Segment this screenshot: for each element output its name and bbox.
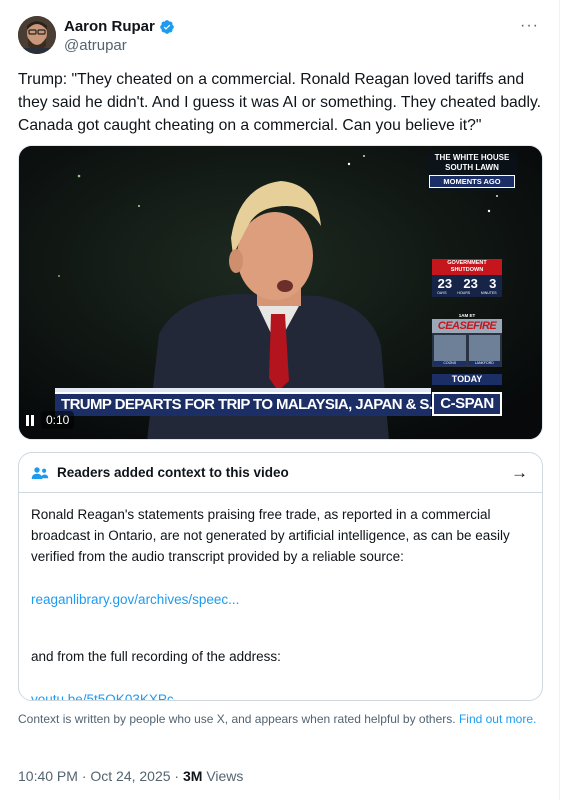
note-disclaimer: Context is written by people who use X, … bbox=[18, 711, 538, 727]
more-options-icon[interactable]: ··· bbox=[520, 18, 539, 34]
shutdown-unit-minutes: MINUTES bbox=[480, 291, 497, 295]
tweet-text: Trump: "They cheated on a commercial. Ro… bbox=[18, 71, 542, 134]
guest-name: LANKFORD bbox=[468, 361, 500, 365]
video-timestamp: 0:10 bbox=[41, 411, 75, 429]
note-paragraph: and from the full recording of the addre… bbox=[31, 649, 281, 664]
shutdown-unit-hours: HOURS bbox=[457, 291, 471, 295]
shutdown-numbers: 23 23 3 bbox=[432, 275, 502, 291]
tweet-meta: 10:40 PM · Oct 24, 2025 · 3M Views bbox=[18, 768, 243, 784]
shutdown-label: GOVERNMENT SHUTDOWN bbox=[432, 259, 502, 275]
tweet-timestamp[interactable]: 10:40 PM · Oct 24, 2025 · bbox=[18, 768, 183, 784]
view-count: 3M bbox=[182, 768, 203, 784]
location-line1: THE WHITE HOUSE bbox=[434, 153, 510, 162]
author-handle[interactable]: @atrupar bbox=[64, 37, 127, 55]
community-note-body: Ronald Reagan's statements praising free… bbox=[19, 493, 542, 700]
note-paragraph: Ronald Reagan's statements praising free… bbox=[31, 507, 510, 564]
community-note: Readers added context to this video → Ro… bbox=[18, 452, 543, 701]
shutdown-counter: GOVERNMENT SHUTDOWN 23 23 3 DAYS HOURS M… bbox=[432, 259, 502, 297]
disclaimer-text: Context is written by people who use X, … bbox=[18, 712, 456, 726]
video-player[interactable]: THE WHITE HOUSE SOUTH LAWN MOMENTS AGO G… bbox=[18, 145, 543, 440]
community-note-title: Readers added context to this video bbox=[57, 465, 289, 480]
community-note-header[interactable]: Readers added context to this video → bbox=[19, 453, 542, 493]
moments-ago-label: MOMENTS AGO bbox=[429, 175, 515, 188]
ceasefire-promo: 1AM ET CEASEFIRE COONS LANKFORD bbox=[432, 313, 502, 367]
guest-photo: COONS bbox=[434, 335, 466, 365]
ceasefire-title: CEASEFIRE bbox=[432, 319, 502, 333]
guest-photo: LANKFORD bbox=[468, 335, 500, 365]
verified-badge-icon bbox=[160, 20, 174, 34]
guest-name: COONS bbox=[434, 361, 466, 365]
location-overlay: THE WHITE HOUSE SOUTH LAWN MOMENTS AGO bbox=[429, 153, 515, 188]
shutdown-hours: 23 bbox=[463, 276, 478, 291]
ceasefire-guests: COONS LANKFORD bbox=[432, 333, 502, 367]
today-label: TODAY bbox=[432, 374, 502, 385]
find-out-more-link[interactable]: Find out more. bbox=[459, 712, 536, 726]
arrow-right-icon[interactable]: → bbox=[511, 463, 528, 483]
shutdown-units: DAYS HOURS MINUTES bbox=[432, 291, 502, 297]
tweet-header: Aaron Rupar @atrupar ··· bbox=[18, 16, 543, 56]
video-controls[interactable]: 0:10 bbox=[25, 409, 75, 431]
shutdown-days: 23 bbox=[437, 276, 453, 291]
views-label: Views bbox=[202, 768, 244, 784]
avatar[interactable] bbox=[18, 16, 56, 54]
location-line2: SOUTH LAWN bbox=[445, 163, 499, 172]
note-link-reagan-library[interactable]: reaganlibrary.gov/archives/speec... bbox=[31, 589, 530, 610]
pause-icon[interactable] bbox=[25, 414, 35, 426]
author-name-text[interactable]: Aaron Rupar bbox=[64, 18, 155, 36]
network-logo: C-SPAN bbox=[432, 392, 502, 416]
people-icon bbox=[31, 466, 49, 479]
author-name[interactable]: Aaron Rupar bbox=[64, 18, 175, 36]
shutdown-minutes: 3 bbox=[489, 276, 497, 291]
news-chyron: TRUMP DEPARTS FOR TRIP TO MALAYSIA, JAPA… bbox=[55, 392, 488, 416]
note-link-youtube[interactable]: youtu.be/5t5QK03KXPc bbox=[31, 689, 530, 700]
tweet-container: Aaron Rupar @atrupar ··· Trump: "They ch… bbox=[0, 0, 560, 800]
shutdown-unit-days: DAYS bbox=[437, 291, 447, 295]
